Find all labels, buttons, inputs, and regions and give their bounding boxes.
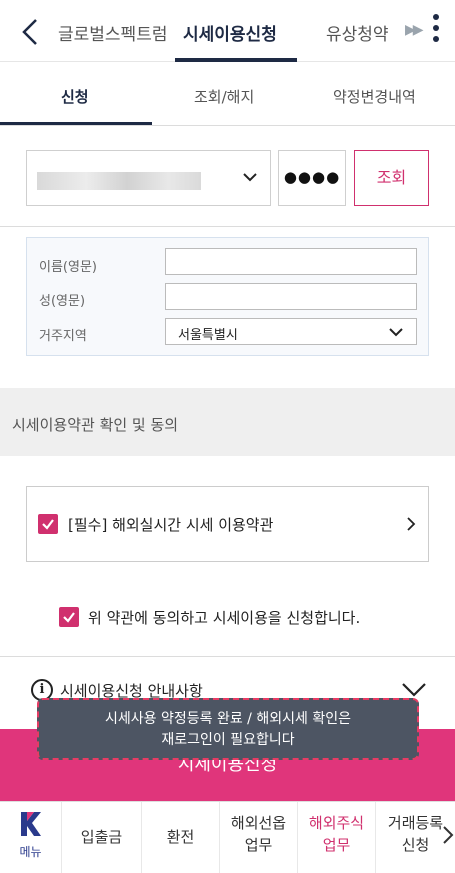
subtab-lookup-cancel[interactable]: 조회/해지 — [194, 86, 254, 107]
tab-global-spectrum[interactable]: 글로벌스펙트럼 — [58, 20, 167, 45]
terms-section-title: 시세이용약관 확인 및 동의 — [12, 416, 179, 434]
nav-deposit-withdraw[interactable]: 입출금 — [62, 802, 142, 873]
name-form: 이름(영문) 성(영문) 거주지역 서울특별시 — [26, 237, 429, 356]
nav-menu-label: 메뉴 — [19, 845, 42, 859]
chevron-right-icon[interactable] — [442, 824, 454, 846]
more-vertical-icon[interactable] — [428, 14, 444, 46]
back-arrow-icon[interactable] — [16, 16, 46, 48]
password-field[interactable]: ●●●● — [278, 150, 346, 206]
agree-label[interactable]: 위 약관에 동의하고 시세이용을 신청합니다. — [88, 607, 360, 628]
subtab-apply[interactable]: 신청 — [61, 86, 89, 107]
required-terms-item[interactable]: [필수] 해외실시간 시세 이용약관 — [26, 486, 429, 562]
nav-exchange[interactable]: 환전 — [142, 802, 220, 873]
nav-overseas-futures[interactable]: 해외선옵 업무 — [220, 802, 298, 873]
nav-futures-line-2: 업무 — [244, 836, 273, 854]
divider — [0, 226, 455, 227]
terms-section-header: 시세이용약관 확인 및 동의 — [0, 388, 455, 456]
required-terms-label: [필수] 해외실시간 시세 이용약관 — [68, 516, 274, 534]
nav-exchange-label: 환전 — [166, 828, 195, 846]
region-label: 거주지역 — [39, 329, 87, 344]
nav-futures-line-1: 해외선옵 — [230, 814, 287, 832]
nav-stocks-line-2: 업무 — [322, 836, 351, 854]
checkmark-icon — [42, 519, 54, 530]
sub-tabs: 신청 조회/해지 약정변경내역 — [0, 62, 455, 126]
toast-line-1: 시세사용 약정등록 완료 / 해외시세 확인은 — [105, 711, 351, 727]
region-select[interactable]: 서울특별시 — [165, 318, 417, 345]
subtab-contract-history[interactable]: 약정변경내역 — [333, 86, 416, 107]
tab-quote-usage-application[interactable]: 시세이용신청 — [183, 20, 277, 45]
bottom-nav: 메뉴 입출금 환전 해외선옵 업무 해외주식 업무 거래등록 신청 — [0, 801, 455, 873]
first-name-label: 이름(영문) — [39, 260, 97, 275]
first-name-input[interactable] — [165, 248, 417, 275]
nav-stocks-line-1: 해외주식 — [308, 814, 365, 832]
top-bar: 글로벌스펙트럼 시세이용신청 유상청약 ▶▶ — [0, 0, 455, 62]
checkmark-icon — [63, 612, 75, 623]
nav-stocks-label: 해외주식 업무 — [298, 812, 375, 856]
agree-checkbox[interactable] — [59, 607, 79, 627]
chevron-down-icon — [243, 173, 257, 182]
nav-deposit-label: 입출금 — [80, 828, 123, 846]
nav-menu[interactable]: 메뉴 — [0, 802, 62, 873]
last-name-label: 성(영문) — [39, 294, 86, 309]
last-name-input[interactable] — [165, 283, 417, 310]
active-subtab-indicator — [0, 122, 152, 125]
chevron-down-icon — [389, 328, 403, 337]
region-value: 서울특별시 — [178, 328, 238, 343]
toast-line-2: 재로그인이 필요합니다 — [161, 732, 295, 748]
toast-message: 시세사용 약정등록 완료 / 해외시세 확인은 재로그인이 필요합니다 — [37, 698, 419, 760]
chevron-right-icon[interactable] — [405, 514, 417, 534]
kb-logo-icon — [21, 812, 41, 836]
account-number-masked — [37, 172, 201, 190]
nav-overseas-stocks[interactable]: 해외주식 업무 — [298, 802, 376, 873]
chevron-down-icon[interactable] — [400, 682, 428, 698]
tab-rights-offering[interactable]: 유상청약 — [326, 20, 389, 45]
account-select[interactable] — [26, 150, 271, 206]
terms-checkbox[interactable] — [38, 514, 58, 534]
divider — [0, 656, 455, 657]
nav-futures-label: 해외선옵 업무 — [220, 812, 297, 856]
password-mask: ●●●● — [283, 168, 341, 186]
lookup-button[interactable]: 조회 — [354, 150, 429, 206]
scroll-right-icon[interactable]: ▶▶ — [405, 22, 423, 38]
